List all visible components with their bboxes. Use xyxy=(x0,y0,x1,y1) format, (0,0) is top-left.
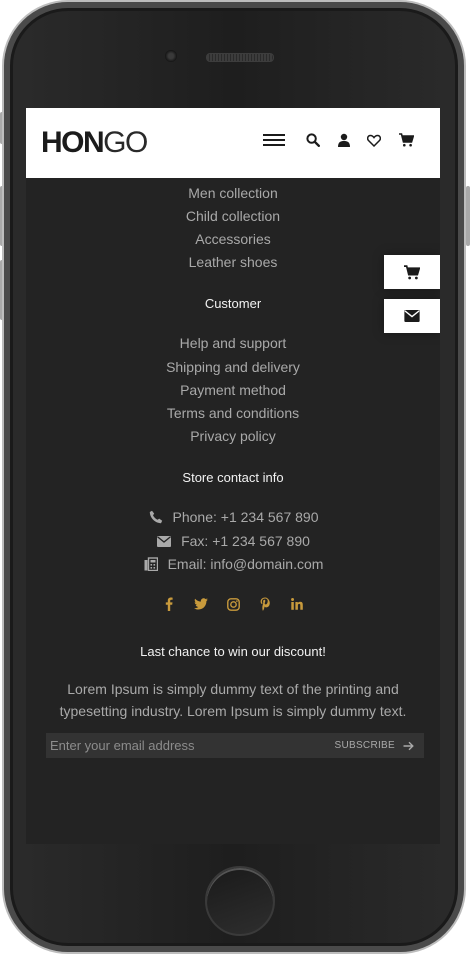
linkedin-icon[interactable] xyxy=(289,596,305,612)
contact-email: Email: info@domain.com xyxy=(26,555,440,573)
contact-fax: Fax: +1 234 567 890 xyxy=(26,532,440,550)
social-icons xyxy=(26,596,440,612)
contact-email-text: Email: info@domain.com xyxy=(167,556,324,572)
phone-screen: HONGO Men collection Child collection Ac… xyxy=(26,108,440,844)
home-button[interactable] xyxy=(205,866,275,936)
twitter-icon[interactable] xyxy=(193,596,209,612)
fax-machine-icon xyxy=(143,556,159,572)
wishlist-heart-icon[interactable] xyxy=(362,128,386,152)
logo-bold: HON xyxy=(41,126,105,159)
instagram-icon[interactable] xyxy=(225,596,241,612)
facebook-icon[interactable] xyxy=(161,596,177,612)
cart-icon xyxy=(404,264,420,279)
envelope-icon xyxy=(156,533,172,549)
site-header: HONGO xyxy=(26,108,440,178)
customer-heading: Customer xyxy=(204,296,262,311)
search-icon[interactable] xyxy=(301,128,325,152)
newsletter-heading: Last chance to win our discount! xyxy=(140,644,326,659)
email-input[interactable] xyxy=(46,733,335,758)
arrow-right-icon xyxy=(403,741,414,750)
pinterest-icon[interactable] xyxy=(257,596,273,612)
footer-link-help-support[interactable]: Help and support xyxy=(26,334,440,352)
floating-mail-button[interactable] xyxy=(384,299,440,333)
front-camera xyxy=(165,50,177,62)
subscribe-label: SUBSCRIBE xyxy=(334,740,395,751)
newsletter-description: Lorem Ipsum is simply dummy text of the … xyxy=(59,681,407,719)
footer-link-child-collection[interactable]: Child collection xyxy=(26,207,440,225)
footer-link-terms-conditions[interactable]: Terms and conditions xyxy=(26,404,440,422)
store-contact-heading: Store contact info xyxy=(182,470,284,485)
mail-icon xyxy=(404,310,420,322)
footer-link-shipping-delivery[interactable]: Shipping and delivery xyxy=(26,358,440,376)
footer-link-payment-method[interactable]: Payment method xyxy=(26,381,440,399)
phone-icon xyxy=(148,509,164,525)
contact-phone-text: Phone: +1 234 567 890 xyxy=(172,509,319,525)
earpiece-speaker xyxy=(206,53,274,62)
floating-cart-button[interactable] xyxy=(384,255,440,289)
contact-phone: Phone: +1 234 567 890 xyxy=(26,508,440,526)
power-button xyxy=(466,186,470,246)
footer-link-privacy-policy[interactable]: Privacy policy xyxy=(26,427,440,445)
footer-link-leather-shoes[interactable]: Leather shoes xyxy=(26,253,440,271)
contact-fax-text: Fax: +1 234 567 890 xyxy=(181,533,310,549)
logo-light: GO xyxy=(103,126,148,159)
user-icon[interactable] xyxy=(332,128,356,152)
subscribe-button[interactable]: SUBSCRIBE xyxy=(335,740,425,751)
logo[interactable]: HONGO xyxy=(41,125,148,161)
menu-icon[interactable] xyxy=(262,128,286,152)
footer-link-accessories[interactable]: Accessories xyxy=(26,230,440,248)
cart-icon[interactable] xyxy=(394,128,418,152)
subscribe-form: SUBSCRIBE xyxy=(46,733,424,758)
footer-link-men-collection[interactable]: Men collection xyxy=(26,184,440,202)
